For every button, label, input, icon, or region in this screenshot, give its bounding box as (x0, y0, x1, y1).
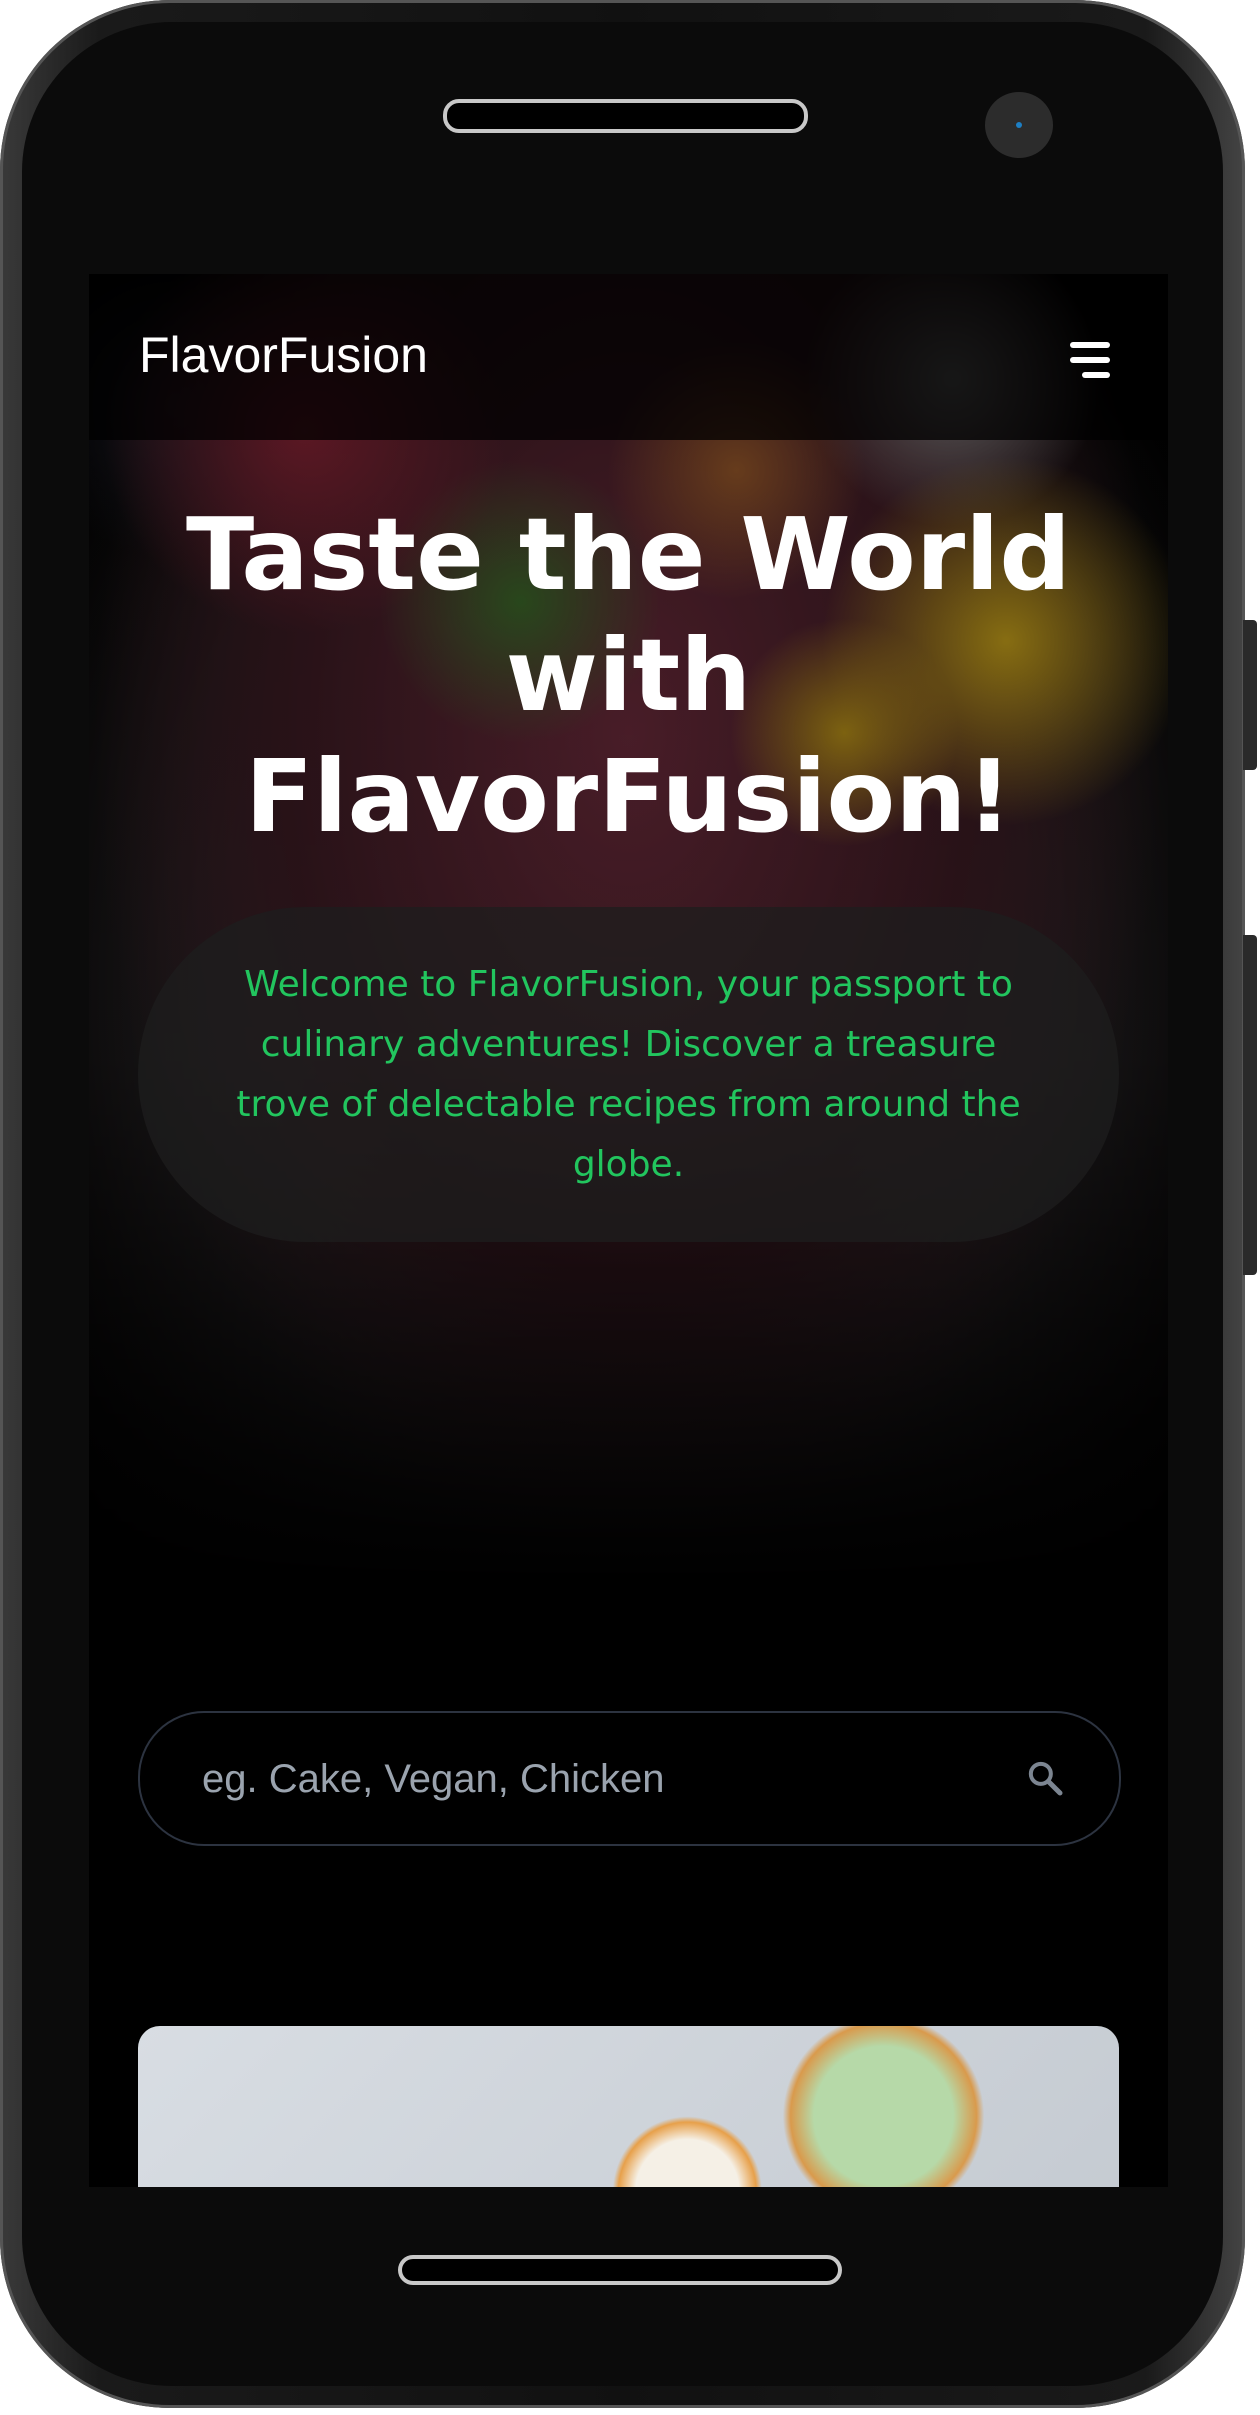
intro-text: Welcome to FlavorFusion, your passport t… (236, 963, 1021, 1185)
volume-button (1243, 620, 1257, 770)
search-icon[interactable] (1025, 1758, 1065, 1798)
recipe-card-image[interactable] (138, 2026, 1119, 2187)
hero-title: Taste the World with FlavorFusion! (185, 496, 1071, 855)
brand-logo[interactable]: FlavorFusion (139, 326, 428, 384)
search-input[interactable] (200, 1713, 1004, 1846)
intro-panel: Welcome to FlavorFusion, your passport t… (138, 907, 1119, 1242)
menu-bar (1070, 342, 1110, 348)
power-button (1243, 935, 1257, 1275)
screen: FlavorFusion Taste the World with Flavor… (89, 274, 1168, 2187)
menu-bar (1070, 357, 1110, 363)
camera-icon (985, 92, 1053, 158)
navbar: FlavorFusion (89, 274, 1168, 440)
speaker-grille (443, 99, 808, 133)
search-bar (138, 1711, 1121, 1846)
hamburger-icon[interactable] (1070, 342, 1110, 378)
phone-frame: FlavorFusion Taste the World with Flavor… (0, 0, 1257, 2408)
home-button[interactable] (398, 2255, 842, 2285)
menu-bar (1082, 372, 1110, 378)
